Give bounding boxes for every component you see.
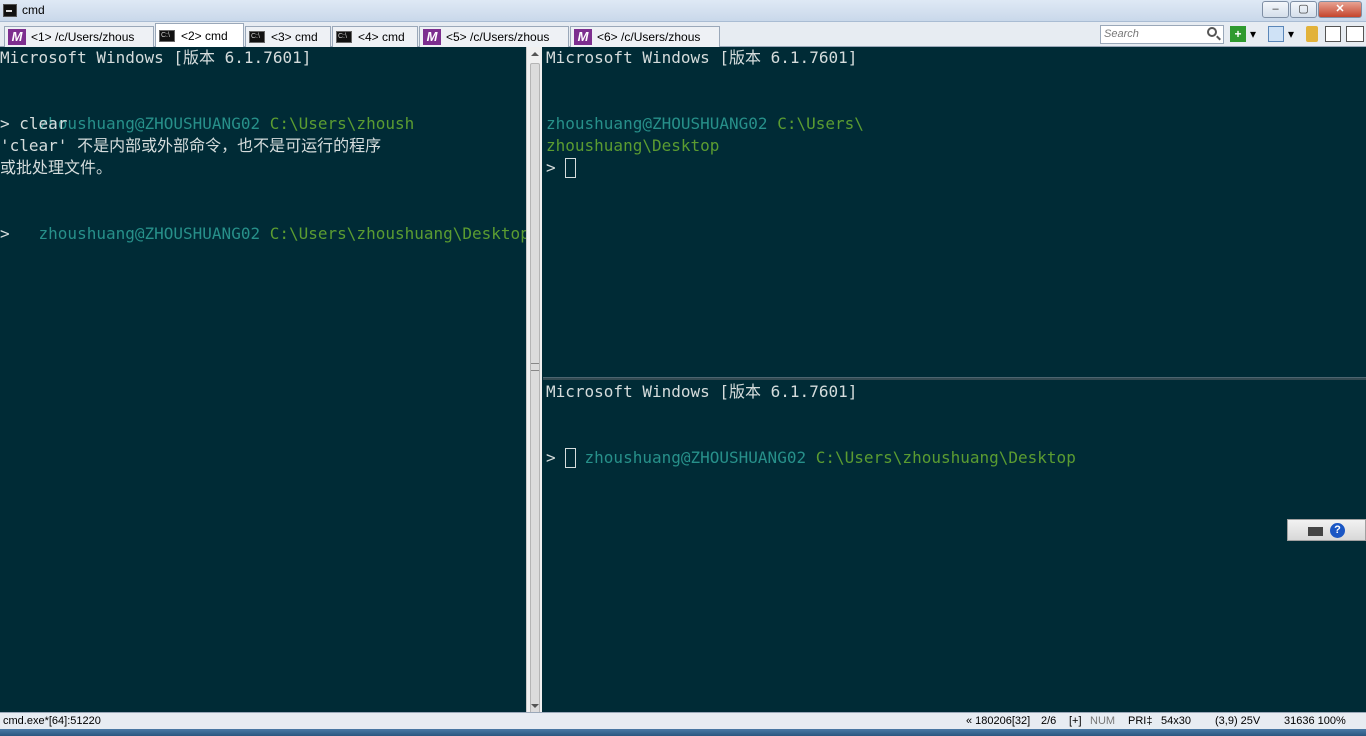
status-process: cmd.exe*[64]:51220	[3, 715, 101, 727]
scroll-up-icon[interactable]	[531, 52, 539, 56]
console-pane-left[interactable]: Microsoft Windows [版本 6.1.7601] zhoushua…	[0, 47, 526, 712]
search-icon[interactable]	[1207, 27, 1217, 37]
prompt-path: C:\Users\	[777, 114, 864, 133]
panel-icon[interactable]	[1346, 26, 1364, 42]
tab-1[interactable]: M <1> /c/Users/zhous	[4, 26, 154, 47]
console-icon: C:\	[336, 31, 352, 43]
prompt-user: zhoushuang@ZHOUSHUANG02	[584, 448, 807, 467]
status-add[interactable]: [+]	[1069, 715, 1082, 727]
prompt-path: C:\Users\zhoushuang\Desktop	[269, 224, 526, 243]
console-header: Microsoft Windows [版本 6.1.7601]	[546, 48, 858, 67]
prompt-user: zhoushuang@ZHOUSHUANG02	[38, 224, 261, 243]
chevron-down-icon[interactable]: ▾	[1248, 26, 1258, 42]
tab-label: <1> /c/Users/zhous	[31, 30, 135, 44]
prompt-line: zhoushuang@ZHOUSHUANG02 C:\Users\zhoushu…	[0, 201, 526, 243]
status-priority[interactable]: PRI‡	[1128, 715, 1152, 727]
prompt-path: C:\Users\zhoush	[269, 114, 415, 133]
status-cursor: (3,9) 25V	[1215, 715, 1261, 727]
tab-label: <6> /c/Users/zhous	[597, 30, 701, 44]
tab-label: <3> cmd	[271, 30, 318, 44]
language-bar[interactable]: ?	[1287, 519, 1366, 541]
prompt-user: zhoushuang@ZHOUSHUANG02	[38, 114, 261, 133]
prompt-symbol: >	[546, 158, 556, 177]
m-icon: M	[423, 29, 441, 45]
console-header: Microsoft Windows [版本 6.1.7601]	[0, 48, 312, 67]
console-header: Microsoft Windows [版本 6.1.7601]	[546, 382, 858, 401]
console-icon	[3, 4, 17, 17]
command-line: > clear	[0, 114, 68, 133]
m-icon: M	[574, 29, 592, 45]
prompt-symbol: >	[546, 448, 556, 467]
status-console-index[interactable]: 2/6	[1041, 715, 1056, 727]
lock-icon[interactable]	[1306, 26, 1318, 42]
scroll-down-icon[interactable]	[531, 704, 539, 708]
tab-4[interactable]: C:\ <4> cmd	[332, 26, 418, 47]
prompt-path: C:\Users\zhoushuang\Desktop	[815, 448, 1076, 467]
prompt-line: zhoushuang@ZHOUSHUANG02 C:\Users\zhoushu…	[546, 425, 1076, 467]
status-size[interactable]: 54x30	[1161, 715, 1191, 727]
console-icon: C:\	[249, 31, 265, 43]
window-title: cmd	[22, 3, 45, 17]
tab-2[interactable]: C:\ <2> cmd	[155, 23, 244, 47]
status-position: « 180206[32]	[966, 715, 1031, 727]
tab-3[interactable]: C:\ <3> cmd	[245, 26, 331, 47]
settings-icon[interactable]	[1268, 26, 1284, 42]
layout-icon[interactable]	[1325, 26, 1341, 42]
chevron-down-icon[interactable]: ▾	[1286, 26, 1296, 42]
prompt-line: zhoushuang@ZHOUSHUANG02 C:\Users\	[546, 113, 864, 135]
close-button[interactable]: ✕	[1318, 1, 1362, 18]
minimize-button[interactable]: –	[1262, 1, 1289, 18]
text-cursor	[565, 158, 576, 178]
prompt-line: zhoushuang@ZHOUSHUANG02 C:\Users\zhoush	[0, 91, 415, 133]
text-cursor	[565, 448, 576, 468]
window-controls: – ▢ ✕	[1261, 1, 1362, 18]
prompt-symbol: >	[0, 224, 10, 243]
tab-label: <2> cmd	[181, 28, 228, 43]
maximize-button[interactable]: ▢	[1290, 1, 1317, 18]
scrollbar[interactable]	[526, 47, 542, 715]
tab-6[interactable]: M <6> /c/Users/zhous	[570, 26, 720, 47]
tab-bar: M <1> /c/Users/zhous C:\ <2> cmd C:\ <3>…	[0, 22, 1366, 47]
status-num: NUM	[1090, 715, 1116, 727]
tab-5[interactable]: M <5> /c/Users/zhous	[419, 26, 569, 47]
taskbar	[0, 729, 1366, 736]
error-line: 'clear' 不是内部或外部命令，也不是可运行的程序	[0, 136, 382, 155]
search-input[interactable]: Search	[1100, 25, 1224, 44]
keyboard-icon[interactable]	[1308, 527, 1323, 536]
prompt-user: zhoushuang@ZHOUSHUANG02	[546, 114, 768, 133]
new-console-icon[interactable]: +	[1230, 26, 1246, 42]
prompt-path: zhoushuang\Desktop	[546, 136, 720, 155]
tab-label: <4> cmd	[358, 30, 405, 44]
status-bar: cmd.exe*[64]:51220 « 180206[32] 2/6 [+] …	[0, 712, 1366, 729]
status-pid-zoom[interactable]: 31636 100%	[1284, 715, 1346, 727]
grip-icon	[531, 363, 539, 371]
console-icon: C:\	[159, 29, 175, 42]
help-icon[interactable]: ?	[1330, 523, 1345, 538]
scroll-thumb[interactable]	[530, 63, 540, 715]
title-bar: cmd – ▢ ✕	[0, 0, 1366, 22]
error-line: 或批处理文件。	[0, 158, 113, 177]
m-icon: M	[8, 29, 26, 45]
tab-label: <5> /c/Users/zhous	[446, 30, 550, 44]
console-pane-bottom-right[interactable]: Microsoft Windows [版本 6.1.7601] zhoushua…	[543, 380, 1366, 712]
console-pane-top-right[interactable]: Microsoft Windows [版本 6.1.7601] zhoushua…	[543, 47, 1366, 377]
